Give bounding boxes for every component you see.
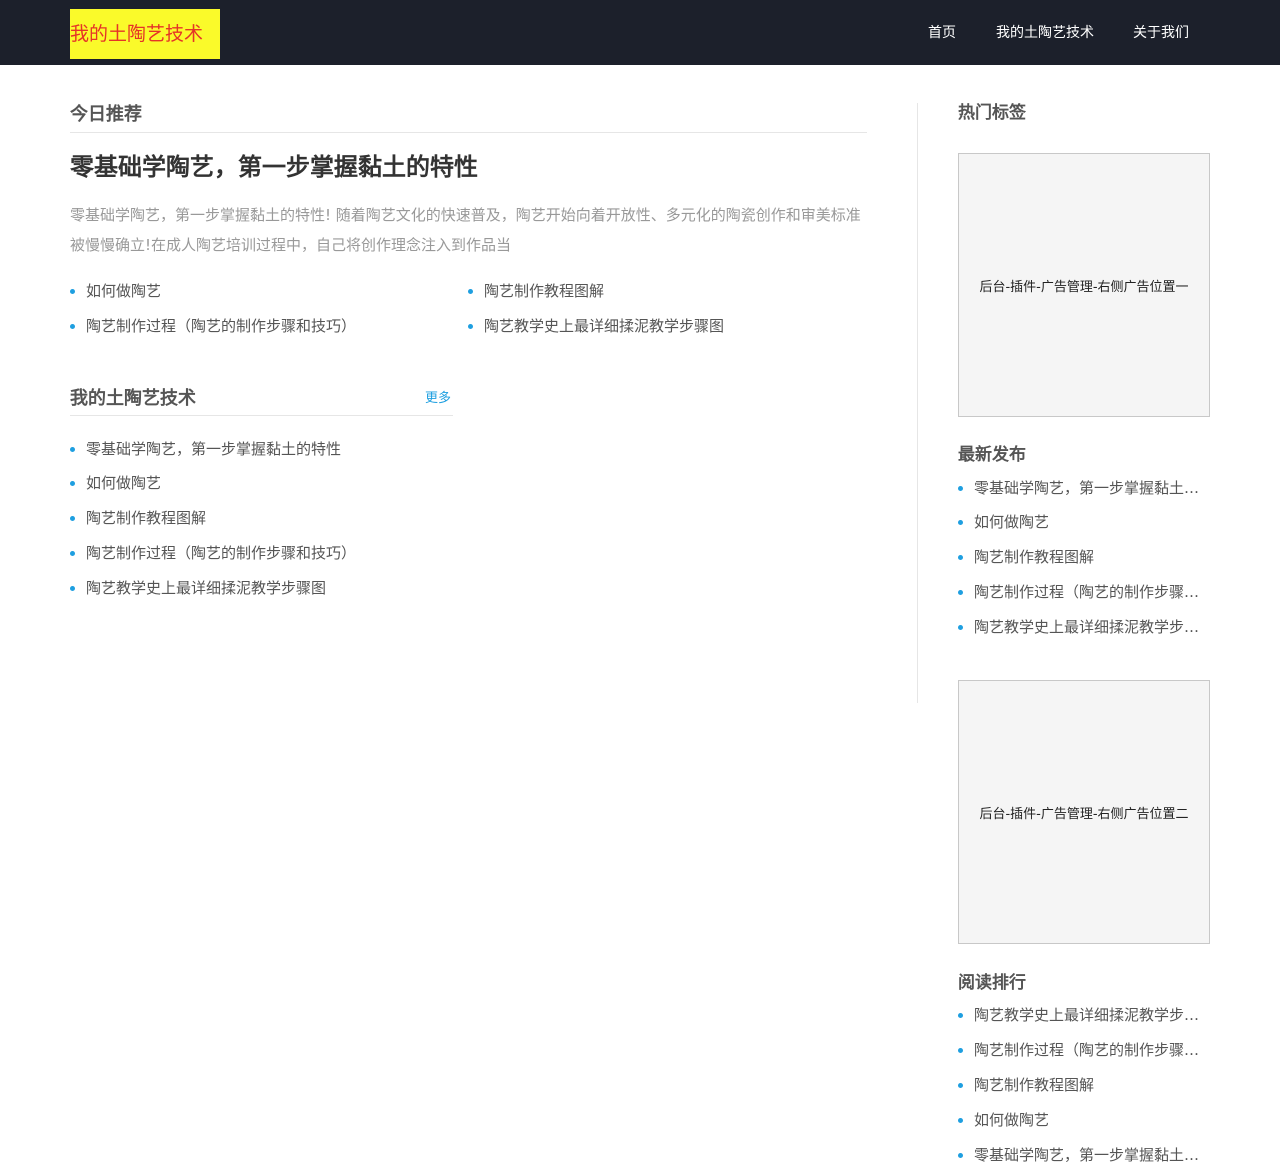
list-item[interactable]: 陶艺制作过程（陶艺的制作步骤和技巧）: [70, 542, 453, 564]
list-item[interactable]: 陶艺制作教程图解: [958, 1074, 1200, 1096]
list-item[interactable]: 陶艺制作过程（陶艺的制作步骤和技巧）: [70, 315, 460, 337]
list-item[interactable]: 陶艺制作教程图解: [958, 546, 1200, 568]
category-section-title: 我的土陶艺技术: [70, 388, 196, 409]
ad-slot-2[interactable]: 后台-插件-广告管理-右侧广告位置二: [958, 680, 1210, 944]
list-item[interactable]: 陶艺教学史上最详细揉泥教学步骤图: [468, 315, 868, 337]
list-item[interactable]: 陶艺制作过程（陶艺的制作步骤和技巧）: [958, 581, 1200, 603]
list-item[interactable]: 陶艺教学史上最详细揉泥教学步骤图: [70, 577, 453, 599]
nav-home[interactable]: 首页: [928, 23, 956, 43]
list-item[interactable]: 如何做陶艺: [958, 1109, 1200, 1131]
list-item[interactable]: 零基础学陶艺，第一步掌握黏土的特性: [958, 1144, 1200, 1166]
list-item[interactable]: 如何做陶艺: [958, 511, 1200, 533]
nav-category[interactable]: 我的土陶艺技术: [996, 23, 1094, 43]
featured-article-title[interactable]: 零基础学陶艺，第一步掌握黏土的特性: [70, 150, 478, 184]
hot-tags-title: 热门标签: [958, 103, 1026, 123]
list-item[interactable]: 零基础学陶艺，第一步掌握黏土的特性: [958, 477, 1200, 499]
list-item[interactable]: 零基础学陶艺，第一步掌握黏土的特性: [70, 438, 453, 460]
list-item[interactable]: 陶艺制作教程图解: [70, 507, 453, 529]
recommend-divider: [70, 132, 867, 133]
list-item[interactable]: 如何做陶艺: [70, 280, 460, 302]
site-header: 我的土陶艺技术 首页 我的土陶艺技术 关于我们: [0, 0, 1280, 65]
column-divider: [917, 103, 918, 703]
list-item[interactable]: 陶艺制作过程（陶艺的制作步骤和技巧）: [958, 1039, 1200, 1061]
site-logo[interactable]: 我的土陶艺技术: [70, 9, 220, 59]
recommend-section-title: 今日推荐: [70, 104, 142, 125]
latest-title: 最新发布: [958, 445, 1026, 465]
list-item[interactable]: 陶艺教学史上最详细揉泥教学步骤图: [958, 616, 1200, 638]
ranking-title: 阅读排行: [958, 973, 1026, 993]
category-divider: [70, 415, 453, 416]
featured-article-summary: 零基础学陶艺，第一步掌握黏土的特性! 随着陶艺文化的快速普及，陶艺开始向着开放性…: [70, 206, 861, 254]
list-item[interactable]: 陶艺教学史上最详细揉泥教学步骤图: [958, 1004, 1200, 1026]
nav-about[interactable]: 关于我们: [1133, 23, 1189, 43]
list-item[interactable]: 陶艺制作教程图解: [468, 280, 868, 302]
ad-slot-1[interactable]: 后台-插件-广告管理-右侧广告位置一: [958, 153, 1210, 417]
list-item[interactable]: 如何做陶艺: [70, 472, 453, 494]
more-link[interactable]: 更多: [425, 389, 451, 409]
